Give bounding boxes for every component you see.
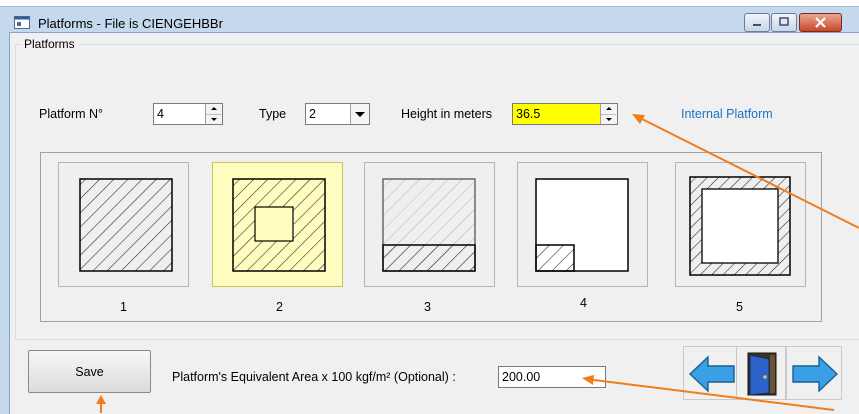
equivalent-area-input[interactable]: 200.00 bbox=[498, 366, 606, 388]
platform-label-2: 2 bbox=[276, 300, 283, 314]
platform-option-1[interactable] bbox=[58, 162, 189, 287]
corner-hatch-icon bbox=[535, 178, 629, 272]
exit-button[interactable] bbox=[736, 346, 786, 400]
previous-button[interactable] bbox=[683, 346, 739, 400]
equivalent-area-label: Platform's Equivalent Area x 100 kgf/m² … bbox=[172, 370, 456, 384]
window-title: Platforms - File is CIENGEHBBr bbox=[38, 16, 223, 31]
type-select[interactable]: 2 bbox=[305, 103, 370, 125]
next-button[interactable] bbox=[786, 346, 842, 400]
maximize-button[interactable] bbox=[771, 13, 797, 32]
platform-option-5[interactable] bbox=[675, 162, 806, 287]
chevron-down-icon[interactable] bbox=[350, 104, 369, 124]
hatch-with-center-opening-icon bbox=[232, 178, 326, 272]
minimize-button[interactable] bbox=[744, 13, 770, 32]
arrow-right-icon bbox=[792, 355, 839, 393]
platform-number-label: Platform N° bbox=[39, 107, 104, 121]
exit-door-icon bbox=[747, 352, 777, 396]
platform-label-3: 3 bbox=[424, 300, 431, 314]
full-hatch-icon bbox=[79, 178, 173, 272]
app-window-icon bbox=[14, 16, 30, 29]
platform-label-1: 1 bbox=[120, 300, 127, 314]
platform-number-value: 4 bbox=[157, 107, 164, 121]
border-hatch-icon bbox=[689, 176, 791, 276]
spin-down-button[interactable] bbox=[206, 114, 221, 124]
height-value: 36.5 bbox=[516, 107, 541, 121]
height-label: Height in meters bbox=[401, 107, 493, 121]
close-button[interactable] bbox=[799, 13, 842, 32]
minimize-icon bbox=[753, 24, 761, 26]
platform-label-5: 5 bbox=[736, 300, 743, 314]
height-spinner[interactable]: 36.5 bbox=[512, 103, 618, 125]
maximize-icon bbox=[779, 17, 789, 26]
platform-option-4[interactable] bbox=[517, 162, 648, 287]
arrow-left-icon bbox=[688, 355, 735, 393]
platform-number-spinner[interactable]: 4 bbox=[153, 103, 223, 125]
platform-status-text: Internal Platform bbox=[681, 107, 773, 121]
platform-option-3[interactable] bbox=[364, 162, 495, 287]
spinner-arrows bbox=[205, 104, 222, 124]
close-icon bbox=[815, 17, 826, 28]
type-label: Type bbox=[259, 107, 287, 121]
platform-option-2[interactable] bbox=[212, 162, 343, 287]
light-hatch-bottom-strip-icon bbox=[382, 178, 476, 272]
platform-label-4: 4 bbox=[580, 296, 587, 310]
save-button[interactable]: Save bbox=[28, 350, 151, 393]
spin-down-button[interactable] bbox=[601, 114, 616, 124]
spinner-arrows bbox=[600, 104, 617, 124]
group-legend: Platforms bbox=[21, 37, 78, 51]
type-value: 2 bbox=[309, 107, 316, 121]
